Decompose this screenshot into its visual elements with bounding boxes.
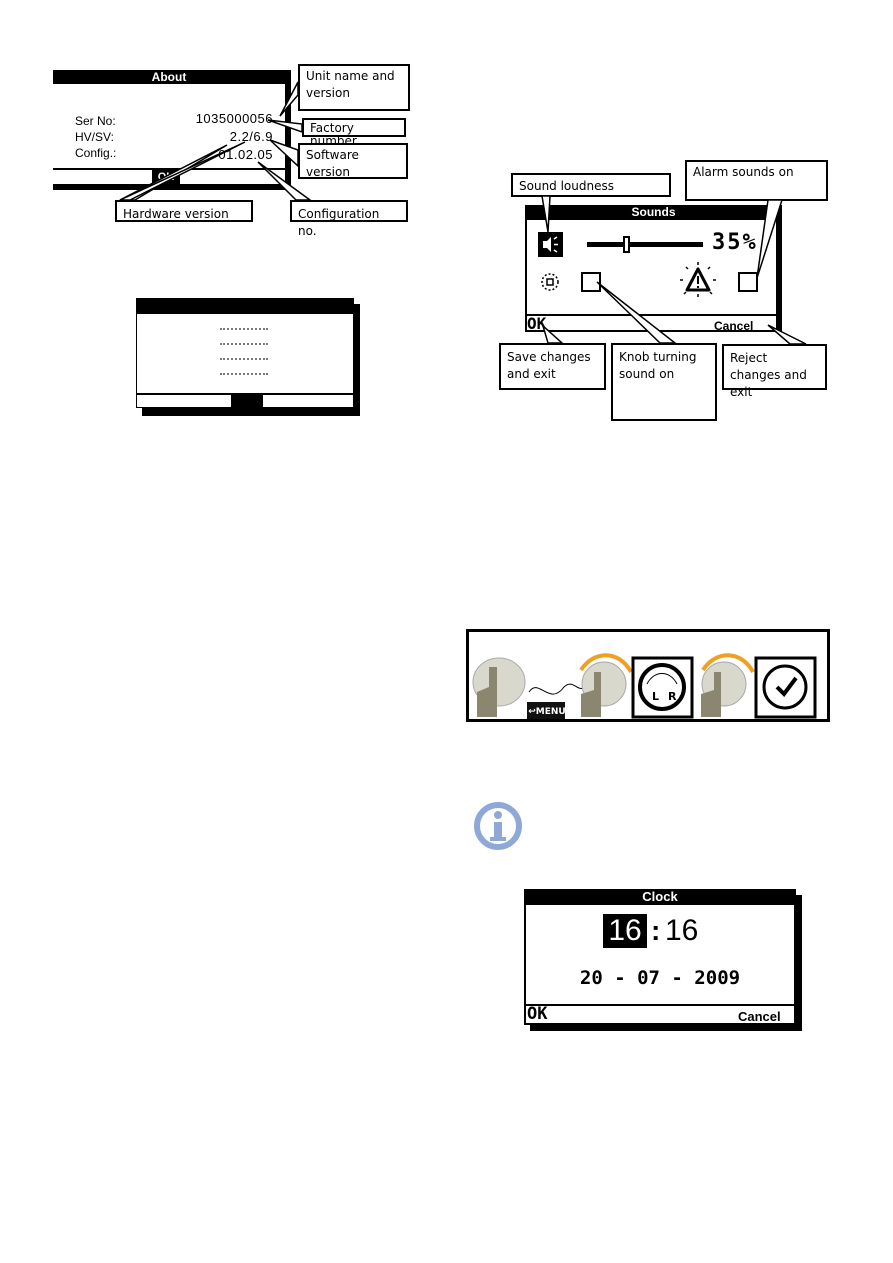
blank-dialog-titlebar — [136, 298, 354, 314]
knob-turn-icon-2 — [701, 661, 747, 717]
about-values: 1035000056 2.2/6.9 01.02.05 — [170, 110, 273, 164]
sounds-footer-line — [525, 314, 782, 316]
callout-software-version: Software version — [298, 143, 408, 179]
knob-turn-icon — [581, 661, 627, 717]
sounds-ok-button[interactable]: OK — [527, 315, 546, 332]
alarm-sound-checkbox[interactable] — [738, 272, 758, 292]
time-separator: : — [651, 915, 661, 946]
hv-sv-label: HV/SV: — [75, 130, 114, 144]
svg-text:L: L — [652, 690, 659, 703]
blank-dialog-body — [136, 298, 354, 408]
hours-field[interactable]: 16 — [603, 914, 647, 948]
minutes-field[interactable]: 16 — [665, 914, 698, 948]
knob-press-icon — [472, 657, 526, 717]
speaker-icon — [538, 232, 563, 257]
svg-text:R: R — [668, 690, 677, 703]
sounds-title: Sounds — [525, 205, 782, 220]
knob-icon — [540, 271, 560, 298]
blank-dialog-button[interactable] — [231, 395, 263, 410]
callout-alarm-sounds: Alarm sounds on — [685, 160, 828, 201]
callout-configuration: Configuration no. — [290, 200, 408, 238]
volume-value: 35% — [712, 230, 758, 255]
clock-ok-button[interactable]: OK — [527, 1005, 547, 1023]
callout-sound-loudness: Sound loudness — [511, 173, 671, 197]
sounds-dialog — [525, 205, 782, 332]
sounds-cancel-button[interactable]: Cancel — [714, 319, 753, 333]
callout-hardware-version: Hardware version — [115, 200, 253, 222]
placeholder-row — [220, 373, 268, 375]
callout-unit-name: Unit name and version — [298, 64, 410, 111]
about-footer-shadow — [53, 184, 291, 190]
callout-knob-sound: Knob turning sound on — [611, 343, 717, 421]
date-field[interactable]: 20 - 07 - 2009 — [524, 967, 796, 989]
hw-sw-version: 2.2/6.9 — [229, 129, 273, 144]
info-icon — [473, 800, 523, 857]
placeholder-row — [220, 358, 268, 360]
placeholder-row — [220, 343, 268, 345]
callout-save: Save changes and exit — [499, 343, 606, 390]
about-title: About — [53, 70, 285, 84]
about-right-border — [285, 70, 291, 190]
config-label: Config.: — [75, 146, 117, 160]
alarm-icon — [678, 262, 718, 303]
volume-slider[interactable] — [587, 242, 703, 247]
ser-no-label: Ser No: — [75, 114, 116, 128]
knob-sequence-figure: ↩MENU L R — [466, 629, 830, 722]
clock-cancel-button[interactable]: Cancel — [738, 1009, 781, 1024]
about-labels: Ser No: HV/SV: Config.: — [75, 113, 116, 161]
config-number: 01.02.05 — [218, 147, 273, 162]
callout-reject: Reject changes and exit — [722, 344, 827, 399]
about-ok-button[interactable]: OK — [152, 170, 180, 184]
placeholder-row — [220, 328, 268, 330]
volume-slider-handle[interactable] — [623, 236, 630, 253]
serial-number: 1035000056 — [195, 111, 273, 126]
clock-footer-line — [524, 1004, 796, 1006]
menu-label: ↩MENU — [528, 707, 566, 717]
knob-sound-checkbox[interactable] — [581, 272, 601, 292]
callout-factory-number: Factory number — [302, 118, 406, 148]
clock-title: Clock — [524, 889, 796, 905]
